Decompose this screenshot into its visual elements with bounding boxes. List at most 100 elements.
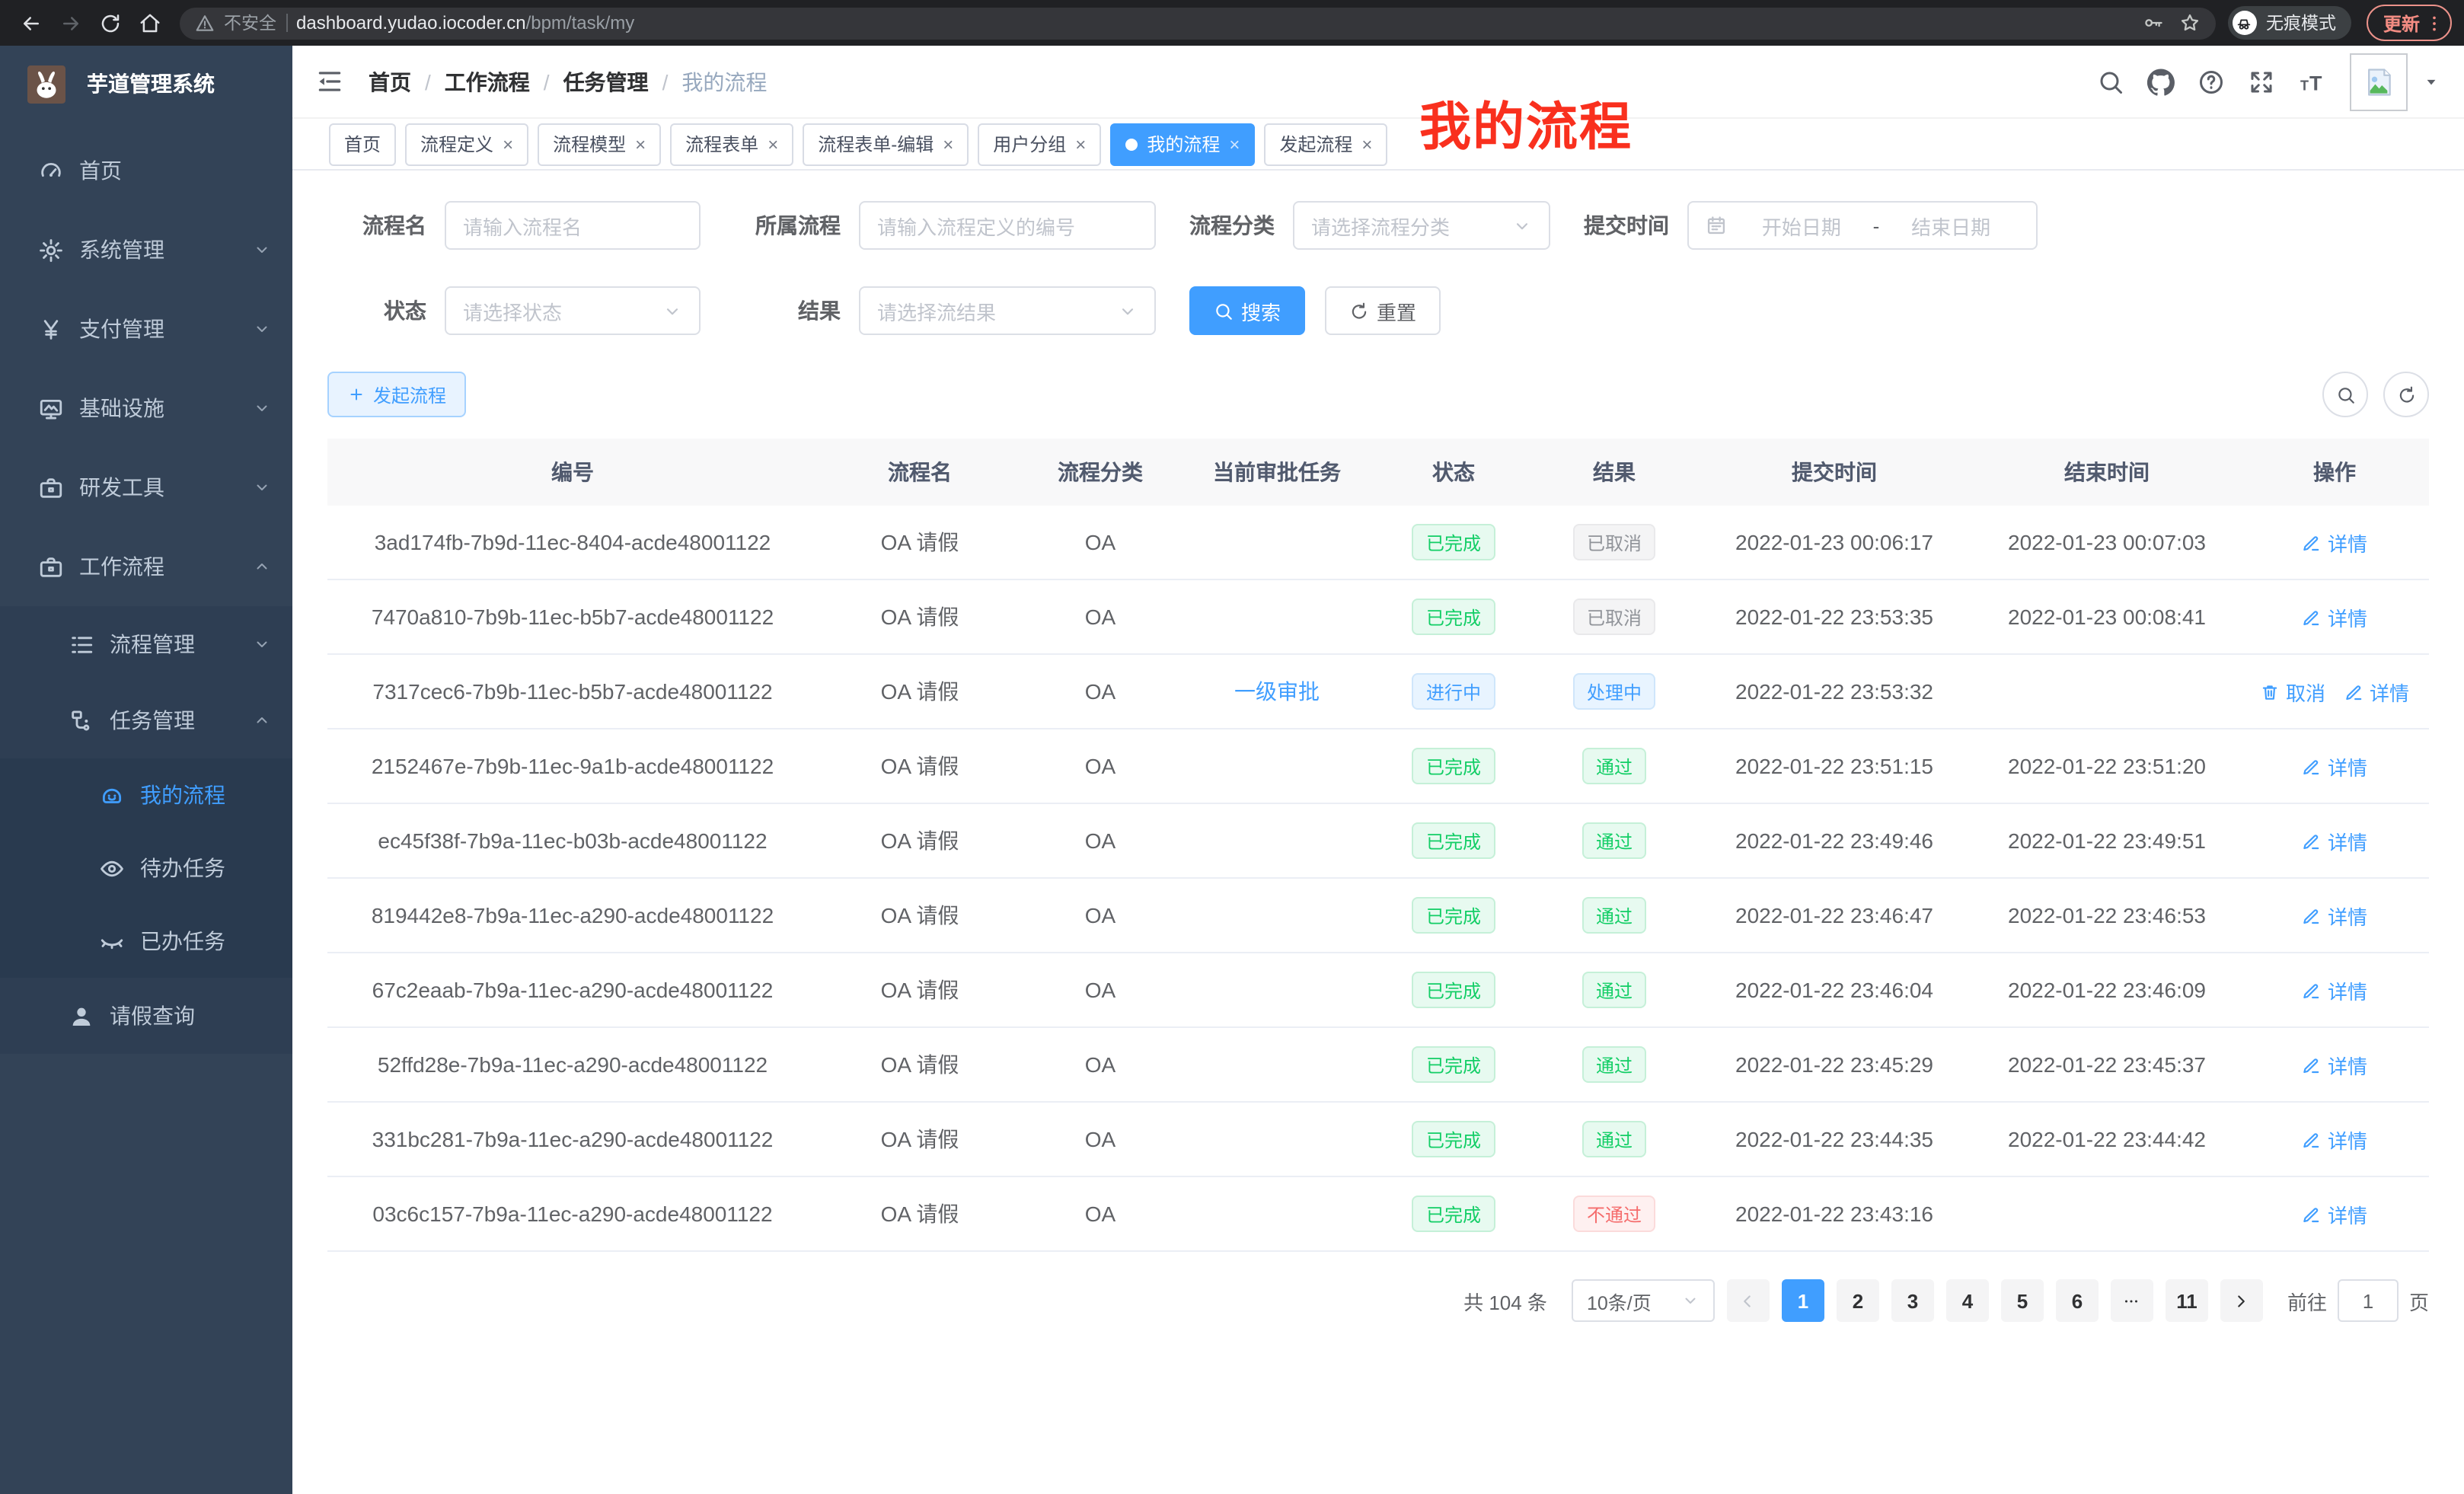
prev-page-button[interactable] — [1727, 1279, 1770, 1322]
briefcase-icon — [37, 474, 63, 500]
reset-button[interactable]: 重置 — [1325, 286, 1441, 335]
status-badge: 已完成 — [1412, 524, 1495, 560]
question-icon[interactable] — [2193, 63, 2229, 100]
chevron-right-icon — [2232, 1291, 2252, 1310]
page-button-11[interactable]: 11 — [2166, 1279, 2208, 1322]
tab-流程表单-编辑[interactable]: 流程表单-编辑× — [803, 123, 969, 165]
browser-forward-icon[interactable] — [52, 5, 88, 41]
collapse-sidebar-icon[interactable] — [315, 67, 344, 96]
result-badge: 通过 — [1582, 972, 1646, 1008]
search-icon[interactable] — [2092, 63, 2129, 100]
sidebar-item-devtools[interactable]: 研发工具 — [0, 448, 292, 527]
sidebar-item-my-process[interactable]: 我的流程 — [0, 758, 292, 832]
star-icon[interactable] — [2179, 12, 2201, 34]
tab-流程表单[interactable]: 流程表单× — [670, 123, 793, 165]
next-page-button[interactable] — [2220, 1279, 2263, 1322]
task-link[interactable]: 一级审批 — [1234, 676, 1320, 707]
search-button[interactable]: 搜索 — [1189, 286, 1305, 335]
start-process-button[interactable]: 发起流程 — [327, 372, 466, 417]
sidebar-item-todo-task[interactable]: 待办任务 — [0, 832, 292, 905]
process-name-input[interactable]: 请输入流程名 — [445, 201, 701, 250]
cell-result: 通过 — [1532, 1046, 1696, 1083]
detail-link[interactable]: 详情 — [2302, 1199, 2367, 1228]
page-button-1[interactable]: 1 — [1782, 1279, 1824, 1322]
warning-icon — [195, 13, 215, 33]
app-logo[interactable]: 芋道管理系统 — [0, 46, 292, 122]
browser-back-icon[interactable] — [12, 5, 49, 41]
submit-time-range-picker[interactable]: 开始日期 - 结束日期 — [1687, 201, 2038, 250]
close-icon[interactable]: × — [1229, 135, 1240, 153]
sidebar-item-done-task[interactable]: 已办任务 — [0, 905, 292, 978]
monitor-icon — [37, 395, 63, 421]
breadcrumb-item[interactable]: 任务管理 — [563, 66, 649, 97]
page-button-6[interactable]: 6 — [2056, 1279, 2099, 1322]
page-ellipsis-button[interactable] — [2111, 1279, 2153, 1322]
goto-page-input[interactable]: 1 — [2338, 1279, 2399, 1322]
sidebar-item-payment[interactable]: 支付管理 — [0, 289, 292, 369]
detail-link[interactable]: 详情 — [2302, 528, 2367, 557]
page-button-3[interactable]: 3 — [1891, 1279, 1934, 1322]
detail-link[interactable]: 详情 — [2302, 752, 2367, 781]
detail-link[interactable]: 详情 — [2302, 901, 2367, 930]
refresh-icon — [1349, 301, 1369, 321]
close-icon[interactable]: × — [503, 135, 513, 153]
address-bar[interactable]: 不安全 dashboard.yudao.iocoder.cn/bpm/task/… — [180, 7, 2216, 39]
pagination: 共 104 条 10条/页 12345611 前往 1 页 — [292, 1252, 2464, 1322]
tab-我的流程[interactable]: 我的流程× — [1110, 123, 1255, 165]
status-select[interactable]: 请选择状态 — [445, 286, 701, 335]
status-badge: 已完成 — [1412, 599, 1495, 635]
sidebar-item-home[interactable]: 首页 — [0, 131, 292, 210]
filter-name-label: 流程名 — [323, 210, 426, 241]
sidebar-item-infra[interactable]: 基础设施 — [0, 369, 292, 448]
sidebar-item-leave-query[interactable]: 请假查询 — [0, 978, 292, 1054]
tab-流程模型[interactable]: 流程模型× — [538, 123, 661, 165]
close-icon[interactable]: × — [943, 135, 953, 153]
close-icon[interactable]: × — [768, 135, 778, 153]
page-button-5[interactable]: 5 — [2001, 1279, 2044, 1322]
cancel-link[interactable]: 取消 — [2260, 677, 2325, 706]
list-icon — [68, 631, 94, 657]
table-search-toggle-button[interactable] — [2322, 372, 2368, 417]
fullscreen-icon[interactable] — [2243, 63, 2280, 100]
detail-link[interactable]: 详情 — [2302, 826, 2367, 855]
category-select[interactable]: 请选择流程分类 — [1293, 201, 1550, 250]
security-label[interactable]: 不安全 — [224, 11, 276, 35]
detail-link[interactable]: 详情 — [2302, 602, 2367, 631]
process-definition-input[interactable]: 请输入流程定义的编号 — [859, 201, 1156, 250]
detail-link[interactable]: 详情 — [2344, 677, 2409, 706]
page-size-select[interactable]: 10条/页 — [1572, 1279, 1715, 1322]
result-select[interactable]: 请选择流结果 — [859, 286, 1156, 335]
close-icon[interactable]: × — [1075, 135, 1086, 153]
tab-用户分组[interactable]: 用户分组× — [978, 123, 1101, 165]
detail-link[interactable]: 详情 — [2302, 1050, 2367, 1079]
sidebar-item-workflow[interactable]: 工作流程 — [0, 527, 292, 606]
table-refresh-button[interactable] — [2383, 372, 2429, 417]
sidebar-item-process-manage[interactable]: 流程管理 — [0, 606, 292, 682]
caret-down-icon[interactable] — [2421, 72, 2441, 91]
sidebar-item-system[interactable]: 系统管理 — [0, 210, 292, 289]
avatar[interactable] — [2350, 53, 2408, 110]
cell-submit-time: 2022-01-22 23:51:15 — [1696, 754, 1972, 778]
key-icon[interactable] — [2143, 12, 2164, 34]
tab-流程定义[interactable]: 流程定义× — [405, 123, 528, 165]
fontsize-icon[interactable]: TT — [2293, 63, 2330, 100]
cell-end-time: 2022-01-22 23:46:53 — [1972, 903, 2242, 927]
menu-dots-icon[interactable] — [2424, 13, 2444, 33]
divider — [286, 14, 287, 32]
cell-status: 已完成 — [1375, 599, 1532, 635]
url-text[interactable]: dashboard.yudao.iocoder.cn/bpm/task/my — [296, 12, 634, 34]
sidebar-item-label: 流程管理 — [110, 629, 195, 659]
tab-首页[interactable]: 首页 — [329, 123, 396, 165]
github-icon[interactable] — [2143, 63, 2179, 100]
page-button-2[interactable]: 2 — [1837, 1279, 1879, 1322]
detail-link[interactable]: 详情 — [2302, 1125, 2367, 1154]
page-button-4[interactable]: 4 — [1946, 1279, 1989, 1322]
browser-reload-icon[interactable] — [91, 5, 128, 41]
detail-link[interactable]: 详情 — [2302, 975, 2367, 1004]
close-icon[interactable]: × — [635, 135, 646, 153]
breadcrumb-item[interactable]: 首页 — [369, 66, 411, 97]
breadcrumb-item[interactable]: 工作流程 — [445, 66, 530, 97]
sidebar-item-task-manage[interactable]: 任务管理 — [0, 682, 292, 758]
browser-update-button[interactable]: 更新 — [2367, 5, 2452, 41]
browser-home-icon[interactable] — [131, 5, 168, 41]
